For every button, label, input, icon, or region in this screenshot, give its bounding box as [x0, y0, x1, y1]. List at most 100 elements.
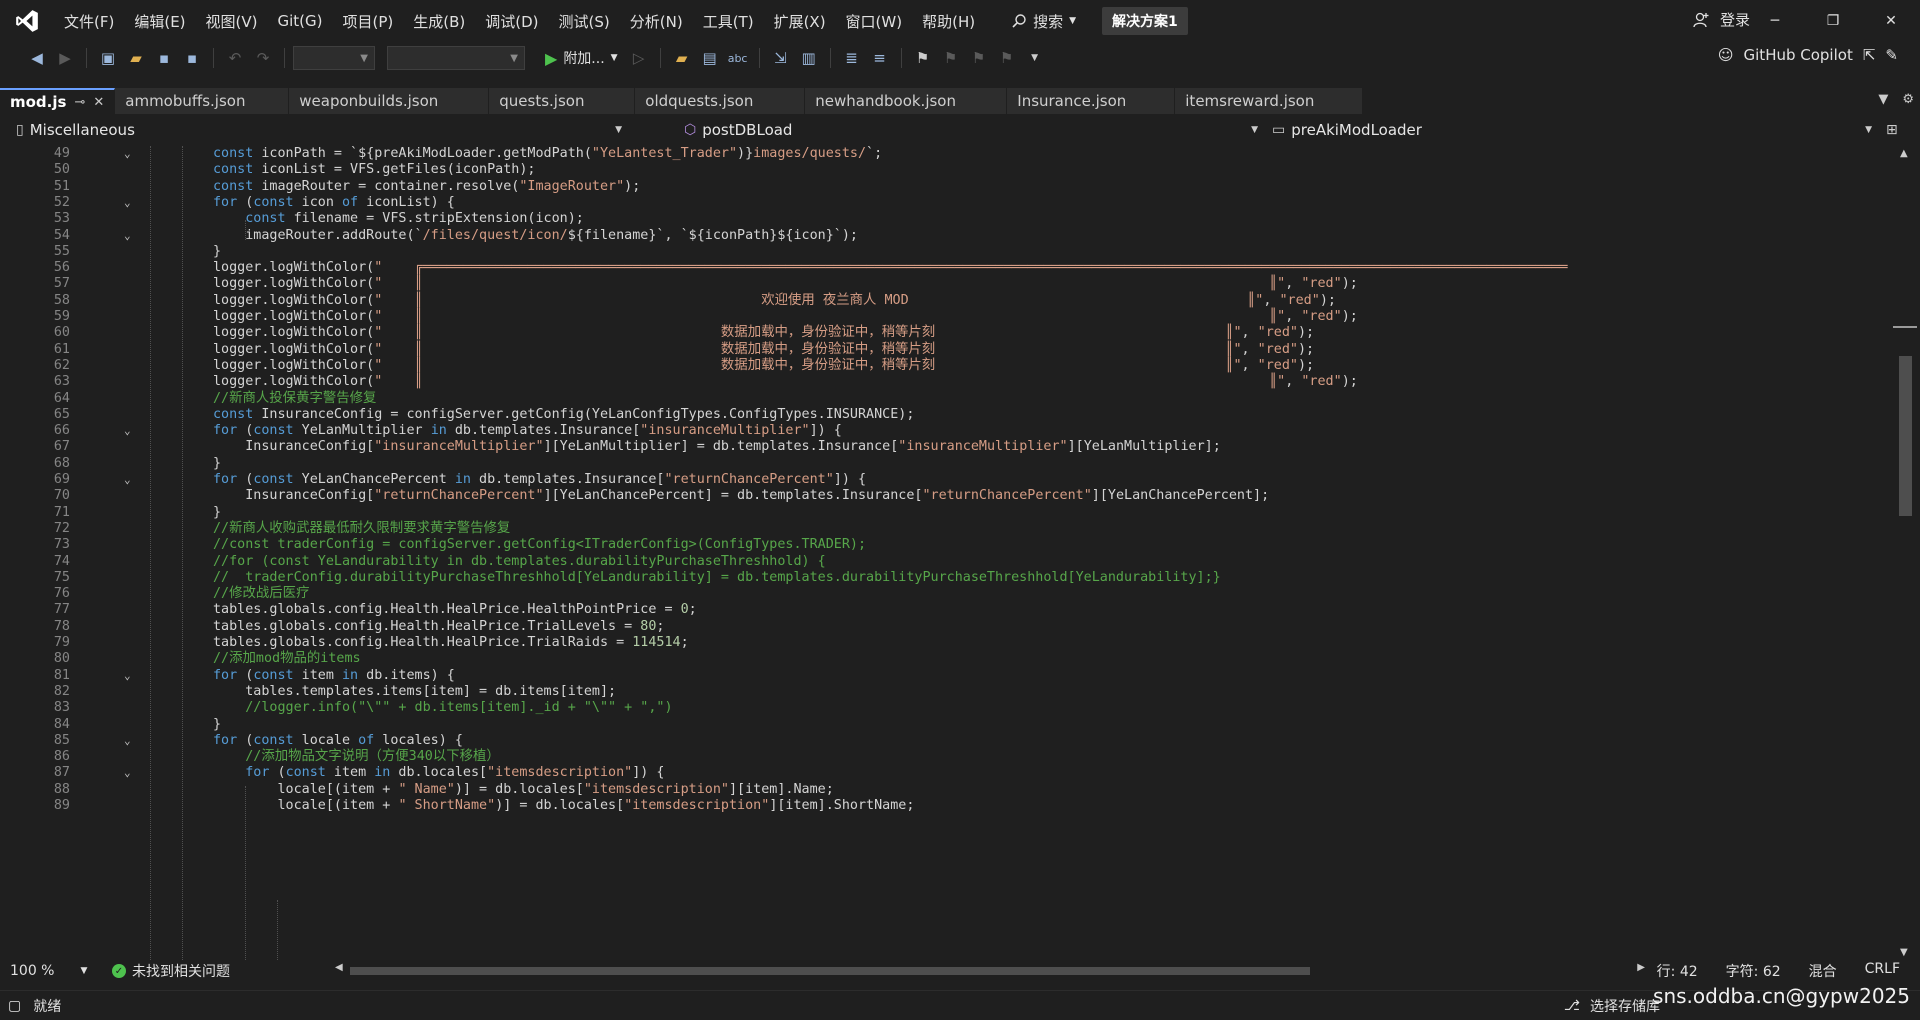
start-without-debug-button[interactable]: ▷ — [626, 45, 652, 71]
scroll-right-icon[interactable]: ▶ — [1637, 962, 1645, 973]
share-icon[interactable]: ⇱ — [1863, 46, 1876, 64]
close-icon[interactable]: ✕ — [93, 95, 104, 110]
redo-button[interactable]: ↷ — [250, 45, 276, 71]
issues-indicator[interactable]: ✓ 未找到相关问题 — [112, 961, 230, 981]
gear-icon[interactable]: ⚙ — [1902, 92, 1914, 107]
fold-chevron-icon[interactable]: ⌄ — [124, 733, 131, 749]
code-line[interactable]: 58 logger.logWithColor(" ║ 欢迎使用 夜兰商人 MOD … — [0, 293, 1890, 309]
feedback-icon[interactable]: ✎ — [1885, 46, 1898, 64]
code-map-button[interactable]: ▥ — [796, 45, 822, 71]
tab-mod-js[interactable]: mod.js ⊸ ✕ — [0, 88, 116, 114]
code-line[interactable]: 59 logger.logWithColor(" ║ ║", "red"); — [0, 309, 1890, 325]
undo-button[interactable]: ↶ — [222, 45, 248, 71]
scope-dropdown[interactable]: ▭ preAkiModLoader ▼ — [1266, 119, 1880, 141]
prev-bookmark-button[interactable]: ⚑ — [938, 45, 964, 71]
code-line[interactable]: 63 logger.logWithColor(" ║ ║", "red"); — [0, 374, 1890, 390]
tab-newhandbook[interactable]: newhandbook.json — [805, 88, 1008, 114]
code-line[interactable]: 57 logger.logWithColor(" ║ ║", "red"); — [0, 276, 1890, 292]
code-line[interactable]: 54 ⌄ imageRouter.addRoute(`/files/quest/i… — [0, 228, 1890, 244]
member-dropdown[interactable]: ⬡ postDBLoad ▼ — [678, 119, 1266, 141]
code-line[interactable]: 84} — [0, 717, 1890, 733]
tab-insurance[interactable]: Insurance.json — [1007, 88, 1176, 114]
code-line[interactable]: 77 tables.globals.config.Health.HealPrice… — [0, 602, 1890, 618]
code-line[interactable]: 52 ⌄ for (const icon of iconList) { — [0, 195, 1890, 211]
layout-button[interactable]: ▤ — [697, 45, 723, 71]
code-line[interactable]: 79 tables.globals.config.Health.HealPrice… — [0, 635, 1890, 651]
save-button[interactable]: ▪ — [151, 45, 177, 71]
code-line[interactable]: 88 locale[(item + " Name")] = db.locales… — [0, 782, 1890, 798]
clear-bookmarks-button[interactable]: ⚑ — [994, 45, 1020, 71]
project-dropdown[interactable]: ▯ Miscellaneous ▼ — [10, 119, 630, 141]
login-button[interactable]: 登录 — [1692, 9, 1750, 30]
bookmark-button[interactable]: ⚑ — [910, 45, 936, 71]
menu-edit[interactable]: 编辑(E) — [124, 7, 195, 36]
code-line[interactable]: 73 //const traderConfig = configServer.ge… — [0, 537, 1890, 553]
code-line[interactable]: 89 locale[(item + " ShortName")] = db.lo… — [0, 798, 1890, 814]
code-line[interactable]: 60 logger.logWithColor(" ║ 数据加载中，身份验证中，稍等… — [0, 325, 1890, 341]
code-line[interactable]: 55} — [0, 244, 1890, 260]
code-line[interactable]: 72 //新商人收购武器最低耐久限制要求黄字警告修复 — [0, 521, 1890, 537]
menu-git[interactable]: Git(G) — [268, 8, 333, 34]
scrollbar-thumb[interactable] — [350, 967, 1310, 975]
indent-button[interactable]: ≣ — [839, 45, 865, 71]
code-line[interactable]: 68} — [0, 456, 1890, 472]
menu-build[interactable]: 生成(B) — [403, 7, 475, 36]
spell-check-button[interactable]: abc — [725, 45, 751, 71]
code-line[interactable]: 66 ⌄ for (const YeLanMultiplier in db.temp… — [0, 423, 1890, 439]
source-control-icon[interactable]: ⎇ — [1564, 998, 1580, 1014]
chevron-down-icon[interactable]: ▼ — [1878, 92, 1888, 107]
code-line[interactable]: 78 tables.globals.config.Health.HealPrice… — [0, 619, 1890, 635]
line-ending[interactable]: CRLF — [1865, 961, 1900, 981]
next-bookmark-button[interactable]: ⚑ — [966, 45, 992, 71]
menu-view[interactable]: 视图(V) — [196, 7, 268, 36]
code-line[interactable]: 85 ⌄ for (const locale of locales) { — [0, 733, 1890, 749]
split-editor-icon[interactable]: ⊞ — [1886, 122, 1898, 138]
minimize-button[interactable]: ─ — [1746, 0, 1804, 42]
menu-window[interactable]: 窗口(W) — [836, 7, 913, 36]
scroll-up-icon[interactable]: ▲ — [1900, 148, 1908, 159]
fold-chevron-icon[interactable]: ⌄ — [124, 765, 131, 781]
step-into-button[interactable]: ⇲ — [768, 45, 794, 71]
code-line[interactable]: 69 ⌄ for (const YeLanChancePercent in db.t… — [0, 472, 1890, 488]
browse-folder-button[interactable]: ▰ — [669, 45, 695, 71]
code-line[interactable]: 62 logger.logWithColor(" ║ 数据加载中，身份验证中，稍等… — [0, 358, 1890, 374]
tab-quests[interactable]: quests.json — [489, 88, 636, 114]
code-editor[interactable]: 49 ⌄ const iconPath = `${preAkiModLoader.g… — [0, 146, 1890, 960]
code-line[interactable]: 83 //logger.info("\"" + db.items[item]._… — [0, 700, 1890, 716]
indent-mode[interactable]: 混合 — [1809, 961, 1837, 981]
code-line[interactable]: 75 // traderConfig.durabilityPurchaseThre… — [0, 570, 1890, 586]
code-line[interactable]: 74 //for (const YeLandurability in db.tem… — [0, 554, 1890, 570]
toolbar-overflow-button[interactable]: ▼ — [1022, 45, 1048, 71]
attach-button[interactable]: ▶ 附加... ▼ — [539, 48, 624, 68]
tab-weaponbuilds[interactable]: weaponbuilds.json — [289, 88, 490, 114]
fold-chevron-icon[interactable]: ⌄ — [124, 146, 131, 162]
tab-oldquests[interactable]: oldquests.json — [635, 88, 806, 114]
code-line[interactable]: 51 const imageRouter = container.resolve(… — [0, 179, 1890, 195]
code-line[interactable]: 71} — [0, 505, 1890, 521]
menu-test[interactable]: 测试(S) — [549, 7, 620, 36]
fold-chevron-icon[interactable]: ⌄ — [124, 228, 131, 244]
code-line[interactable]: 76 //修改战后医疗 — [0, 586, 1890, 602]
scrollbar-thumb[interactable] — [1899, 356, 1912, 516]
menu-file[interactable]: 文件(F) — [54, 7, 124, 36]
code-line[interactable]: 86 //添加物品文字说明（方便340以下移植） — [0, 749, 1890, 765]
code-line[interactable]: 67 InsuranceConfig["insuranceMultiplier"… — [0, 439, 1890, 455]
code-line[interactable]: 65 const InsuranceConfig = configServer.g… — [0, 407, 1890, 423]
new-project-button[interactable]: ▣ — [95, 45, 121, 71]
scroll-down-icon[interactable]: ▼ — [1900, 947, 1908, 958]
platform-dropdown[interactable]: ▼ — [387, 46, 525, 70]
code-line[interactable]: 49 ⌄ const iconPath = `${preAkiModLoader.g… — [0, 146, 1890, 162]
horizontal-scrollbar[interactable]: ◀ ▶ — [335, 962, 1645, 976]
code-line[interactable]: 64 //新商人投保黄字警告修复 — [0, 391, 1890, 407]
search-button[interactable]: 搜索 ▼ — [1011, 11, 1076, 32]
menu-help[interactable]: 帮助(H) — [912, 7, 985, 36]
code-line[interactable]: 53 const filename = VFS.stripExtension(i… — [0, 211, 1890, 227]
close-window-button[interactable]: ✕ — [1862, 0, 1920, 42]
menu-tools[interactable]: 工具(T) — [693, 7, 764, 36]
solution-name-badge[interactable]: 解决方案1 — [1102, 7, 1188, 35]
code-line[interactable]: 70 InsuranceConfig["returnChancePercent"… — [0, 488, 1890, 504]
select-repository[interactable]: 选择存储库 — [1590, 996, 1660, 1016]
copilot-button[interactable]: ☺ GitHub Copilot ⇱ ✎ — [1718, 46, 1898, 64]
restore-button[interactable]: ❐ — [1804, 0, 1862, 42]
fold-chevron-icon[interactable]: ⌄ — [124, 668, 131, 684]
